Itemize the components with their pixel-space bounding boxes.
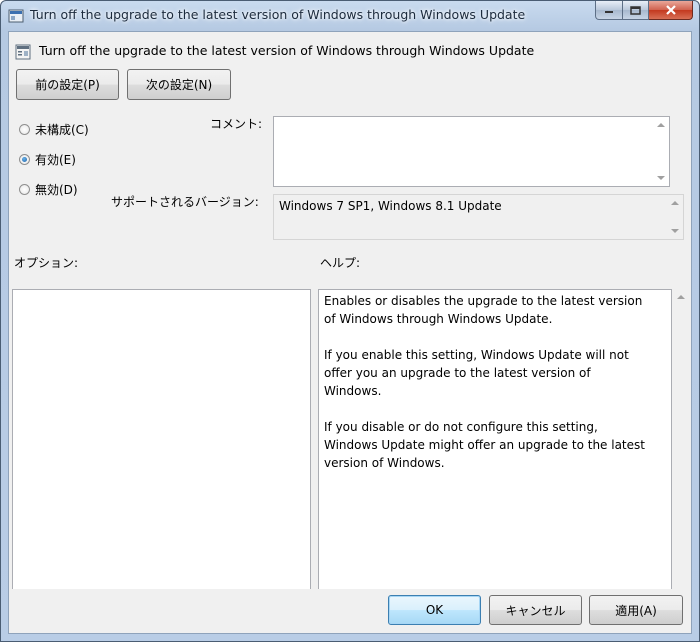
radio-enabled[interactable]: 有効(E) — [19, 151, 76, 168]
minimize-icon — [605, 11, 613, 13]
minimize-button[interactable] — [595, 1, 623, 20]
help-label: ヘルプ: — [320, 256, 361, 270]
scroll-up-arrow-icon[interactable] — [677, 295, 685, 299]
policy-setting-icon — [15, 44, 31, 60]
window-title: Turn off the upgrade to the latest versi… — [30, 7, 526, 22]
cancel-button[interactable]: キャンセル — [489, 595, 582, 625]
radio-circle-selected[interactable] — [19, 154, 30, 165]
comment-textarea[interactable] — [273, 116, 670, 187]
title-bar[interactable]: Turn off the upgrade to the latest versi… — [1, 1, 699, 31]
maximize-button[interactable] — [623, 1, 649, 20]
scroll-down-arrow-icon[interactable] — [657, 176, 665, 180]
previous-setting-button[interactable]: 前の設定(P) — [16, 69, 119, 100]
help-paragraph: Enables or disables the upgrade to the l… — [324, 294, 643, 326]
comment-scrollbar[interactable] — [653, 117, 669, 186]
supported-on-field: Windows 7 SP1, Windows 8.1 Update — [273, 194, 684, 240]
close-button[interactable] — [649, 1, 693, 20]
help-panel: Enables or disables the upgrade to the l… — [318, 289, 672, 589]
options-label: オプション: — [14, 256, 79, 270]
next-setting-button[interactable]: 次の設定(N) — [127, 69, 231, 100]
supported-scrollbar[interactable] — [667, 195, 683, 239]
ok-button[interactable]: OK — [388, 595, 481, 625]
supported-on-value: Windows 7 SP1, Windows 8.1 Update — [279, 199, 502, 213]
scroll-down-arrow-icon[interactable] — [671, 229, 679, 233]
radio-circle[interactable] — [19, 124, 30, 135]
policy-dialog-window: Turn off the upgrade to the latest versi… — [0, 0, 700, 642]
radio-circle[interactable] — [19, 184, 30, 195]
maximize-icon — [630, 5, 641, 15]
radio-not-configured[interactable]: 未構成(C) — [19, 121, 89, 138]
help-paragraph: If you disable or do not configure this … — [324, 420, 645, 470]
radio-label: 未構成(C) — [35, 123, 89, 137]
help-text: Enables or disables the upgrade to the l… — [324, 292, 651, 490]
help-scrollbar[interactable] — [673, 289, 689, 589]
scroll-up-arrow-icon[interactable] — [657, 123, 665, 127]
close-icon — [665, 5, 676, 15]
radio-label: 無効(D) — [35, 183, 78, 197]
apply-button[interactable]: 適用(A) — [589, 595, 683, 625]
policy-title: Turn off the upgrade to the latest versi… — [39, 43, 535, 58]
scroll-up-arrow-icon[interactable] — [671, 201, 679, 205]
help-paragraph: If you enable this setting, Windows Upda… — [324, 348, 629, 398]
supported-on-label: サポートされるバージョン: — [111, 195, 259, 209]
radio-disabled[interactable]: 無効(D) — [19, 181, 78, 198]
policy-window-icon — [8, 9, 24, 23]
radio-label: 有効(E) — [35, 153, 76, 167]
dialog-client-area: Turn off the upgrade to the latest versi… — [8, 31, 692, 634]
options-panel — [12, 289, 311, 589]
comment-label: コメント: — [210, 117, 263, 131]
